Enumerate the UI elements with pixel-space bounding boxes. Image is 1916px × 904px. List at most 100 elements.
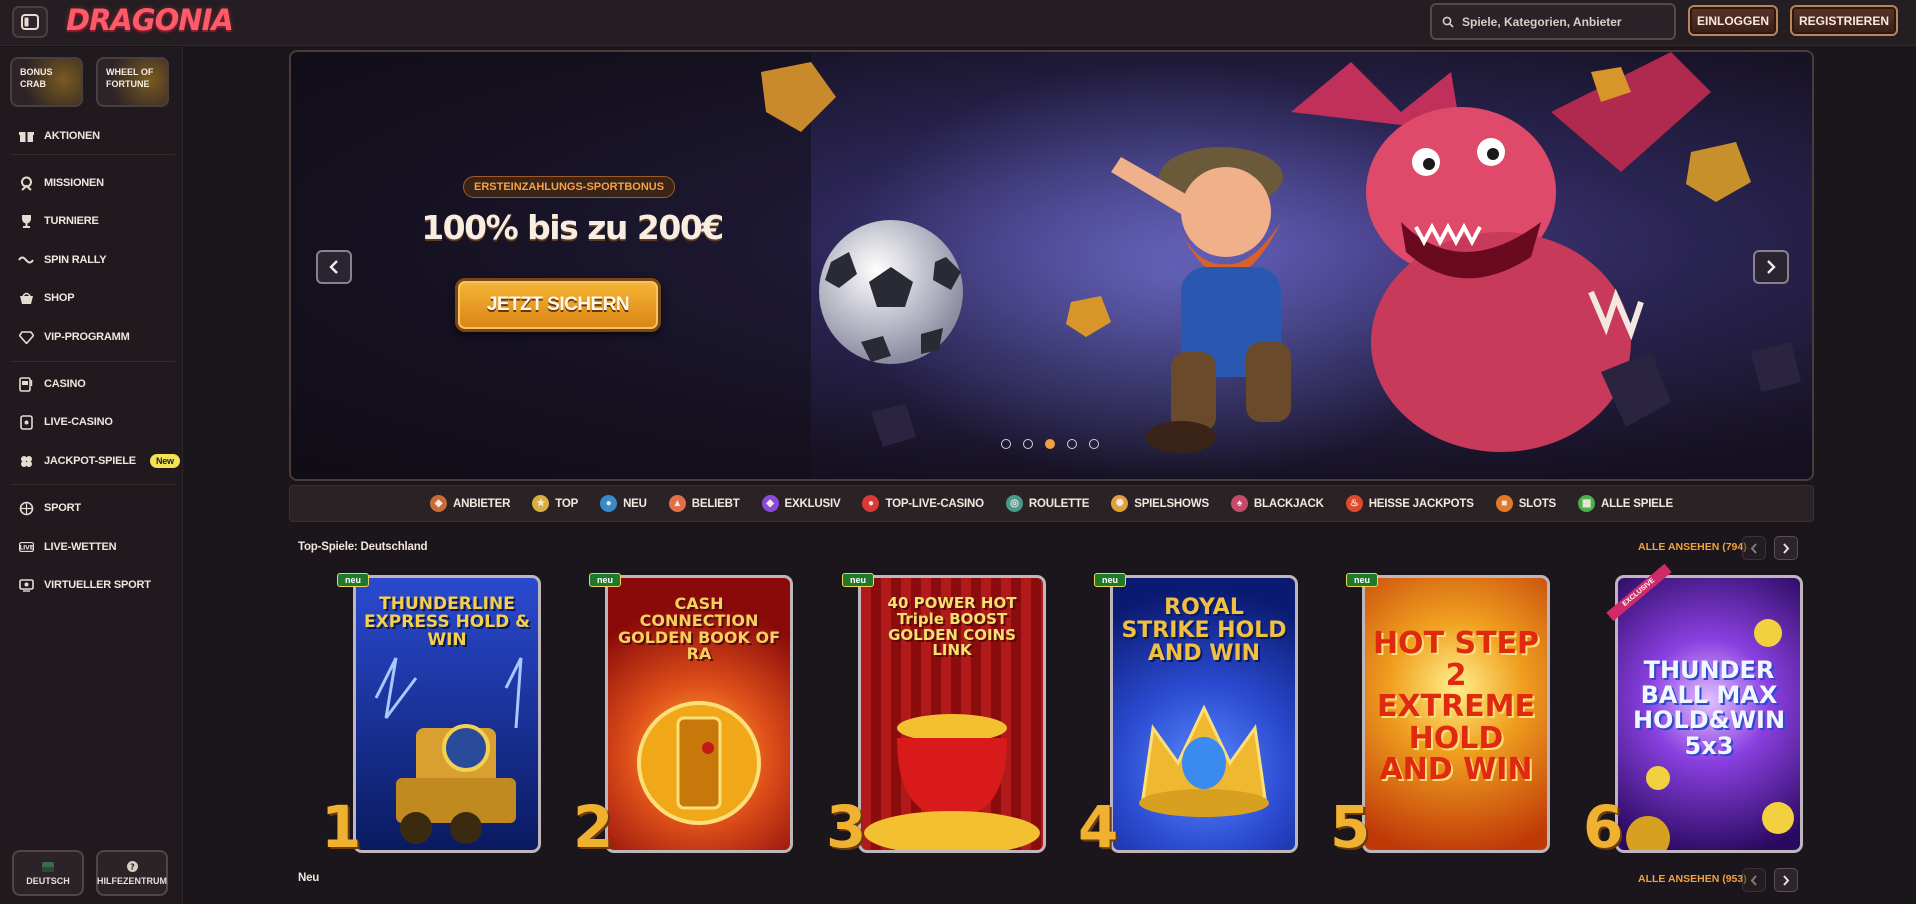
slide-dot[interactable] [1067,439,1077,449]
sidebar-item-aktionen[interactable]: AKTIONEN [18,126,100,146]
rank-number: 2 [573,793,613,861]
game-thumbnail[interactable]: THUNDERLINE EXPRESS HOLD & WIN [353,575,541,853]
category-label: BELIEBT [691,497,740,510]
sidebar-item-live-casino[interactable]: LIVE-CASINO [18,412,113,432]
search-box[interactable] [1430,3,1676,40]
chevron-right-icon [1783,542,1790,554]
sidebar-item-virtueller-sport[interactable]: VIRTUELLER SPORT [18,575,151,595]
sidebar-item-label: CASINO [44,378,86,390]
chevron-left-icon [329,260,338,274]
login-button[interactable]: EINLOGGEN [1688,5,1778,36]
game-thumbnail[interactable]: 40 POWER HOT Triple BOOST GOLDEN COINS L… [858,575,1046,853]
gem-icon: ◆ [761,495,779,512]
view-all-top-games[interactable]: ALLE ANSEHEN (794) [1638,541,1747,553]
search-input[interactable] [1462,14,1662,29]
category-label: TOP [555,497,579,510]
help-center-label: HILFEZENTRUM [97,876,167,886]
category-roulette[interactable]: ◎ ROULETTE [995,495,1100,512]
slot-icon: ■ [1495,495,1513,512]
view-all-new[interactable]: ALLE ANSEHEN (953) [1638,873,1747,885]
language-button[interactable]: DEUTSCH [12,850,84,896]
top-games-next-button[interactable] [1774,536,1798,560]
basket-icon [18,290,34,306]
divider [10,154,175,155]
slide-dot[interactable] [1023,439,1033,449]
sidebar-item-label: SPORT [44,502,81,514]
register-button[interactable]: REGISTRIEREN [1790,5,1898,36]
category-label: EXKLUSIV [784,497,841,510]
sidebar-item-label: VIP-PROGRAMM [44,331,130,343]
promo-wheel-of-fortune[interactable]: WHEEL OF FORTUNE [96,57,169,107]
search-icon [1442,16,1454,28]
sidebar-item-jackpot-spiele[interactable]: JACKPOT-SPIELE New [18,451,180,471]
top-games-prev-button[interactable] [1742,536,1766,560]
slot-machine-icon [18,376,34,392]
slide-dot-active[interactable] [1045,439,1055,449]
slide-indicators [1001,439,1099,449]
category-label: SLOTS [1518,497,1557,510]
category-blackjack[interactable]: ♠ BLACKJACK [1220,495,1335,512]
fire-icon: ♨ [1345,495,1363,512]
hero-banner[interactable]: ERSTEINZAHLUNGS-SPORTBONUS 100% bis zu 2… [289,50,1814,481]
game-title: 40 POWER HOT Triple BOOST GOLDEN COINS L… [887,594,1017,660]
new-prev-button[interactable] [1742,868,1766,892]
hero-cta-button[interactable]: JETZT SICHERN [455,278,661,332]
hero-next-button[interactable] [1753,250,1789,284]
flag-icon [42,861,54,872]
category-label: SPIELSHOWS [1134,497,1209,510]
game-thumbnail[interactable]: THUNDER BALL MAX HOLD&WIN 5x3 [1615,575,1803,853]
category-label: HEISSE JACKPOTS [1368,497,1474,510]
category-label: TOP-LIVE-CASINO [885,497,984,510]
new-badge: neu [841,573,875,587]
sidebar-item-missionen[interactable]: MISSIONEN [18,173,104,193]
playing-card-icon: ♠ [1230,495,1248,512]
slide-dot[interactable] [1089,439,1099,449]
category-beliebt[interactable]: ▲ BELIEBT [658,495,751,512]
category-alle-spiele[interactable]: ▦ ALLE SPIELE [1567,495,1684,512]
sidebar-panel-icon [21,14,39,30]
sidebar-item-label: TURNIERE [44,215,99,227]
sidebar-item-live-wetten[interactable]: LIVE LIVE-WETTEN [18,537,117,557]
divider [10,361,175,362]
sidebar-item-label: SHOP [44,292,75,304]
dragonia-logo[interactable]: DRAGONIA [66,3,234,37]
game-title: THUNDER BALL MAX HOLD&WIN 5x3 [1632,656,1786,760]
category-exklusiv[interactable]: ◆ EXKLUSIV [751,495,852,512]
new-next-button[interactable] [1774,868,1798,892]
top-bar: DRAGONIA EINLOGGEN REGISTRIEREN [0,0,1916,46]
provider-icon: ◆ [430,495,448,512]
category-label: ALLE SPIELE [1601,497,1673,510]
category-label: ANBIETER [453,497,511,510]
game-thumbnail[interactable]: CASH CONNECTION GOLDEN BOOK OF RA [605,575,793,853]
category-slots[interactable]: ■ SLOTS [1485,495,1567,512]
category-top-live-casino[interactable]: ● TOP-LIVE-CASINO [851,495,994,512]
sidebar-item-turniere[interactable]: TURNIERE [18,211,99,231]
category-top[interactable]: ★ TOP [521,495,589,512]
sidebar-item-vip-programm[interactable]: VIP-PROGRAMM [18,327,130,347]
category-anbieter[interactable]: ◆ ANBIETER [419,495,521,512]
category-neu[interactable]: ● NEU [589,495,658,512]
new-badge: neu [336,573,370,587]
sidebar-item-shop[interactable]: SHOP [18,288,75,308]
help-center-button[interactable]: ? HILFEZENTRUM [96,850,168,896]
roulette-icon: ◎ [1005,495,1023,512]
football-illustration [819,220,963,364]
category-label: NEU [623,497,647,510]
category-label: ROULETTE [1028,497,1090,510]
sidebar-item-casino[interactable]: CASINO [18,374,86,394]
category-heisse-jackpots[interactable]: ♨ HEISSE JACKPOTS [1335,495,1485,512]
sidebar-item-label: LIVE-WETTEN [44,541,117,553]
hero-title: 100% bis zu 200€ [421,208,724,247]
sidebar-item-spin-rally[interactable]: SPIN RALLY [18,250,107,270]
sidebar-toggle-button[interactable] [12,6,48,38]
game-thumbnail[interactable]: HOT STEP 2 EXTREME HOLD AND WIN [1362,575,1550,853]
game-thumbnail[interactable]: ROYAL STRIKE HOLD AND WIN [1110,575,1298,853]
category-spielshows[interactable]: ✺ SPIELSHOWS [1100,495,1220,512]
rank-number: 4 [1078,793,1118,861]
slide-dot[interactable] [1001,439,1011,449]
hero-prev-button[interactable] [316,250,352,284]
svg-text:LIVE: LIVE [19,545,33,552]
promo-bonus-crab[interactable]: BONUS CRAB [10,57,83,107]
gift-icon [18,128,34,144]
sidebar-item-sport[interactable]: SPORT [18,498,81,518]
